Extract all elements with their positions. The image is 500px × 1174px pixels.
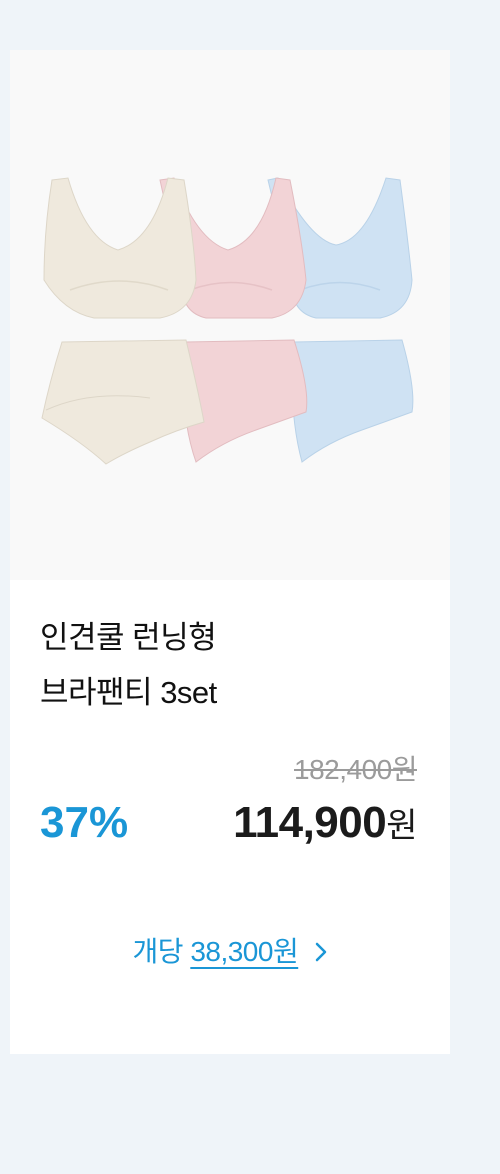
unit-price-amount[interactable]: 38,300원 <box>190 936 298 967</box>
unit-price-label: 개당 <box>132 936 184 967</box>
product-title[interactable]: 인견쿨 런닝형 브라팬티 3set <box>40 610 430 720</box>
product-title-line1: 인견쿨 런닝형 <box>40 620 217 655</box>
cream-bra <box>43 177 197 319</box>
product-photo <box>41 177 414 465</box>
chevron-right-icon[interactable] <box>314 938 328 970</box>
cream-panty <box>41 339 205 465</box>
discount-rate: 37% <box>40 798 129 847</box>
product-title-line2: 브라팬티 3set <box>40 675 217 710</box>
pink-panty <box>183 339 308 463</box>
blue-panty <box>291 339 414 463</box>
sale-price: 114,900원 <box>233 798 417 848</box>
original-price: 182,400원 <box>294 754 417 785</box>
sale-price-amount: 114,900 <box>233 798 387 847</box>
product-card[interactable]: 인견쿨 런닝형 브라팬티 3set 182,400원 37% 114,900원 … <box>10 50 450 1054</box>
product-image[interactable] <box>10 50 450 580</box>
unit-price-link[interactable]: 개당 38,300원 <box>10 930 450 970</box>
sale-price-unit: 원 <box>386 807 417 845</box>
